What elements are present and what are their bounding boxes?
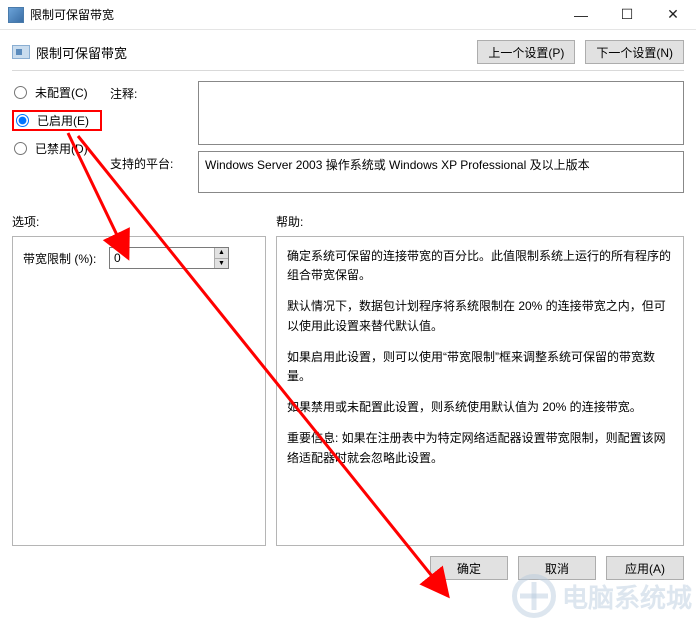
ok-button[interactable]: 确定 bbox=[430, 556, 508, 580]
bandwidth-limit-label: 带宽限制 (%): bbox=[23, 250, 103, 267]
apply-button[interactable]: 应用(A) bbox=[606, 556, 684, 580]
spinner-down-button[interactable]: ▼ bbox=[215, 259, 228, 269]
minimize-button[interactable]: — bbox=[558, 0, 604, 29]
next-setting-button[interactable]: 下一个设置(N) bbox=[585, 40, 684, 64]
radio-not-configured-input[interactable] bbox=[14, 86, 27, 99]
radio-disabled-label: 已禁用(D) bbox=[35, 140, 88, 157]
radio-not-configured[interactable]: 未配置(C) bbox=[12, 83, 102, 102]
prev-setting-button[interactable]: 上一个设置(P) bbox=[477, 40, 575, 64]
policy-title: 限制可保留带宽 bbox=[36, 43, 477, 62]
help-text-2: 默认情况下，数据包计划程序将系统限制在 20% 的连接带宽之内，但可以使用此设置… bbox=[287, 297, 675, 335]
help-text-5: 重要信息: 如果在注册表中为特定网络适配器设置带宽限制，则配置该网络适配器时就会… bbox=[287, 429, 675, 467]
bandwidth-limit-input[interactable] bbox=[110, 248, 214, 268]
platform-box: Windows Server 2003 操作系统或 Windows XP Pro… bbox=[198, 151, 684, 193]
comment-label: 注释: bbox=[110, 81, 190, 102]
spinner-up-button[interactable]: ▲ bbox=[215, 248, 228, 259]
platform-text: Windows Server 2003 操作系统或 Windows XP Pro… bbox=[205, 158, 590, 172]
policy-icon bbox=[12, 45, 30, 59]
divider bbox=[12, 70, 684, 71]
radio-disabled[interactable]: 已禁用(D) bbox=[12, 139, 102, 158]
window-title: 限制可保留带宽 bbox=[30, 6, 558, 23]
help-text-3: 如果启用此设置，则可以使用“带宽限制”框来调整系统可保留的带宽数量。 bbox=[287, 348, 675, 386]
radio-enabled-label: 已启用(E) bbox=[37, 112, 89, 129]
radio-not-configured-label: 未配置(C) bbox=[35, 84, 88, 101]
cancel-button[interactable]: 取消 bbox=[518, 556, 596, 580]
app-icon bbox=[8, 7, 24, 23]
radio-enabled[interactable]: 已启用(E) bbox=[12, 110, 102, 131]
comment-textarea[interactable] bbox=[198, 81, 684, 145]
help-text-4: 如果禁用或未配置此设置，则系统使用默认值为 20% 的连接带宽。 bbox=[287, 398, 675, 417]
platform-label: 支持的平台: bbox=[110, 151, 190, 172]
help-section-label: 帮助: bbox=[276, 213, 684, 230]
policy-header: 限制可保留带宽 上一个设置(P) 下一个设置(N) bbox=[12, 40, 684, 64]
close-button[interactable]: ✕ bbox=[650, 0, 696, 29]
help-panel[interactable]: 确定系统可保留的连接带宽的百分比。此值限制系统上运行的所有程序的组合带宽保留。 … bbox=[276, 236, 684, 546]
options-panel: 带宽限制 (%): ▲ ▼ bbox=[12, 236, 266, 546]
radio-disabled-input[interactable] bbox=[14, 142, 27, 155]
help-text-1: 确定系统可保留的连接带宽的百分比。此值限制系统上运行的所有程序的组合带宽保留。 bbox=[287, 247, 675, 285]
options-section-label: 选项: bbox=[12, 213, 276, 230]
titlebar: 限制可保留带宽 — ☐ ✕ bbox=[0, 0, 696, 30]
radio-enabled-input[interactable] bbox=[16, 114, 29, 127]
maximize-button[interactable]: ☐ bbox=[604, 0, 650, 29]
bandwidth-limit-spinner[interactable]: ▲ ▼ bbox=[109, 247, 229, 269]
